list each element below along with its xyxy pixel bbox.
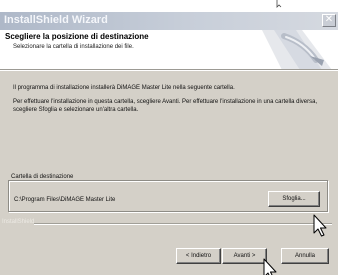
mouse-pointer-icon: [313, 214, 327, 237]
footer-divider: [34, 223, 332, 225]
header-separator: [0, 70, 338, 71]
browse-button[interactable]: Sfoglia...: [268, 191, 320, 207]
destination-path: C:\Program Files\DiMAGE Master Lite: [14, 197, 116, 203]
info-paragraph-1: Il programma di installazione installerà…: [13, 85, 235, 91]
window-title: InstallShield Wizard: [4, 14, 108, 26]
installshield-dialog: InstallShield Wizard ✕ Scegliere la posi…: [0, 12, 338, 275]
mouse-pointer-icon: [263, 258, 277, 275]
close-button[interactable]: ✕: [322, 14, 336, 27]
next-button[interactable]: Avanti >: [222, 248, 267, 264]
title-bar[interactable]: InstallShield Wizard ✕: [0, 12, 338, 30]
mouse-pointer-icon: [276, 0, 282, 8]
installshield-brand: InstallShield: [2, 219, 35, 225]
setup-graphic-icon: [262, 30, 338, 69]
back-button[interactable]: < Indietro: [176, 248, 221, 264]
info-paragraph-2: Per effettuare l'installazione in questa…: [13, 99, 318, 113]
cancel-button[interactable]: Annulla: [281, 248, 329, 264]
header-subtitle: Selezionare la cartella di installazione…: [13, 44, 134, 50]
screenshot-stage: InstallShield Wizard ✕ Scegliere la posi…: [0, 0, 338, 275]
header-title: Scegliere la posizione di destinazione: [5, 32, 149, 41]
header-panel: Scegliere la posizione di destinazione S…: [0, 30, 338, 70]
destination-folder-label: Cartella di destinazione: [9, 174, 76, 180]
close-icon: ✕: [324, 14, 334, 25]
